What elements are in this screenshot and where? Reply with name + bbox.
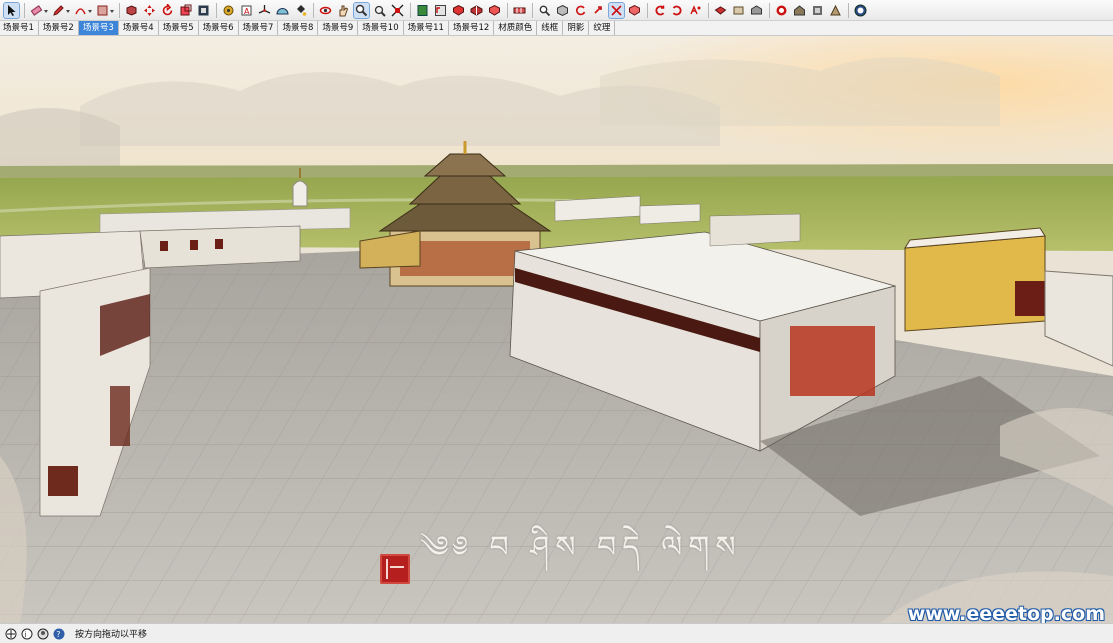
tab-scene-4[interactable]: 场景号4	[119, 21, 159, 35]
iso-view-icon[interactable]	[555, 3, 570, 18]
hidden-line-icon[interactable]	[713, 3, 728, 18]
left-view-icon[interactable]	[652, 3, 667, 18]
tab-scene-7[interactable]: 场景号7	[239, 21, 279, 35]
credits-icon[interactable]: i	[21, 628, 33, 640]
tab-scene-11[interactable]: 场景号11	[404, 21, 449, 35]
position-camera-icon[interactable]	[537, 3, 552, 18]
orbit-icon[interactable]	[318, 3, 333, 18]
svg-text:?: ?	[56, 630, 60, 639]
group-icon[interactable]	[451, 3, 466, 18]
tab-scene-5[interactable]: 场景号5	[159, 21, 199, 35]
warehouse-icon[interactable]	[792, 3, 807, 18]
main-toolbar: A	[0, 0, 1113, 21]
tape-measure-icon[interactable]	[221, 3, 236, 18]
svg-text:A: A	[244, 7, 250, 16]
tab-scene-10[interactable]: 场景号10	[358, 21, 404, 35]
axes-icon[interactable]	[257, 3, 272, 18]
right-view-icon[interactable]	[608, 1, 625, 19]
arc-icon[interactable]	[73, 3, 92, 18]
tab-scene-1[interactable]: 场景号1	[0, 21, 39, 35]
top-view-icon[interactable]	[573, 3, 588, 18]
toolbar-separator	[532, 2, 533, 18]
tab-scene-2[interactable]: 场景号2	[39, 21, 79, 35]
toolbar-separator	[848, 2, 849, 18]
look-around-icon[interactable]	[512, 3, 527, 18]
model-viewport[interactable]: ༄༅ བ ཤིས བདེ ལེགས www.eeeetop.com	[0, 36, 1113, 623]
geo-location-icon[interactable]	[828, 3, 843, 18]
toolbar-separator	[24, 2, 25, 18]
toolbar-separator	[313, 2, 314, 18]
tab-scene-9[interactable]: 场景号9	[318, 21, 359, 35]
toolbar-separator	[410, 2, 411, 18]
red-seal-stamp	[380, 554, 410, 584]
status-bar: i ? 按方向拖动以平移	[0, 623, 1113, 643]
wireframe-icon[interactable]	[688, 3, 703, 18]
section-plane-icon[interactable]	[469, 3, 484, 18]
tab-scene-12[interactable]: 场景号12	[449, 21, 495, 35]
tab-scene-6[interactable]: 场景号6	[199, 21, 239, 35]
toolbar-separator	[708, 2, 709, 18]
zoom-icon[interactable]	[353, 1, 370, 19]
previous-view-icon[interactable]	[415, 3, 430, 18]
svg-text:i: i	[25, 631, 27, 639]
toolbar-separator	[769, 2, 770, 18]
select-icon[interactable]	[3, 1, 20, 19]
scene-tabs: 场景号1 场景号2 场景号3 场景号4 场景号5 场景号6 场景号7 场景号8 …	[0, 21, 1113, 36]
tab-scene-8[interactable]: 场景号8	[278, 21, 319, 35]
component-icon[interactable]	[433, 3, 448, 18]
zoom-window-icon[interactable]	[372, 3, 387, 18]
toolbar-separator	[507, 2, 508, 18]
move-icon[interactable]	[142, 3, 157, 18]
zoom-extents-icon[interactable]	[390, 3, 405, 18]
back-view-icon[interactable]	[627, 3, 642, 18]
help-icon[interactable]: ?	[53, 628, 65, 640]
pencil-icon[interactable]	[51, 3, 70, 18]
toolbar-separator	[216, 2, 217, 18]
tab-scene-3[interactable]: 场景号3	[78, 21, 119, 35]
tab-material-color[interactable]: 材质颜色	[494, 21, 538, 35]
monochrome-icon[interactable]	[774, 3, 789, 18]
toolbar-separator	[119, 2, 120, 18]
textured-icon[interactable]	[749, 3, 764, 18]
push-pull-icon[interactable]	[124, 3, 139, 18]
offset-icon[interactable]	[196, 3, 211, 18]
tibetan-caption: ༄༅ བ ཤིས བདེ ལེགས	[420, 530, 742, 565]
site-watermark: www.eeeetop.com	[907, 603, 1105, 623]
scale-icon[interactable]	[178, 3, 193, 18]
extension-icon[interactable]	[810, 3, 825, 18]
paint-bucket-icon[interactable]	[293, 3, 308, 18]
user-icon[interactable]	[37, 628, 49, 640]
protractor-icon[interactable]	[275, 3, 290, 18]
front-view-icon[interactable]	[591, 3, 606, 18]
text-icon[interactable]: A	[239, 3, 254, 18]
walk-icon[interactable]	[487, 3, 502, 18]
toolbar-separator	[647, 2, 648, 18]
status-message: 按方向拖动以平移	[75, 630, 148, 640]
xray-icon[interactable]	[670, 3, 685, 18]
help-icon[interactable]	[853, 3, 868, 18]
pan-icon[interactable]	[336, 3, 351, 18]
eraser-icon[interactable]	[29, 3, 48, 18]
tab-shadow[interactable]: 阴影	[563, 21, 590, 35]
geo-location-status-icon[interactable]	[5, 628, 17, 640]
rotate-icon[interactable]	[160, 3, 175, 18]
shaded-icon[interactable]	[731, 3, 746, 18]
tab-wireframe[interactable]: 线框	[537, 21, 564, 35]
tab-texture[interactable]: 纹理	[589, 21, 616, 35]
rectangle-icon[interactable]	[95, 3, 114, 18]
